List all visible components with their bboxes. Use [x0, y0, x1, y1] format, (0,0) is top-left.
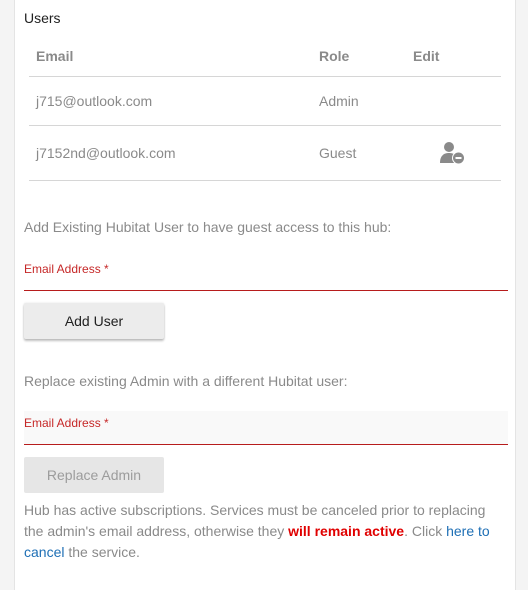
user-email: j7152nd@outlook.com [36, 145, 176, 161]
notice-warning: will remain active [288, 523, 405, 539]
hub-users-card: Users Email Role Edit j715@outlook.com A… [14, 0, 516, 590]
column-header-role: Role [319, 48, 350, 64]
notice-text: . Click [404, 523, 447, 539]
user-email: j715@outlook.com [36, 93, 153, 109]
users-table: Email Role Edit j715@outlook.com Admin j… [29, 36, 501, 181]
column-header-email: Email [36, 48, 74, 64]
remove-user-icon[interactable] [439, 139, 467, 167]
user-role: Admin [319, 93, 359, 109]
user-role: Guest [319, 145, 357, 161]
subscription-notice: Hub has active subscriptions. Services m… [24, 500, 508, 563]
replace-admin-button[interactable]: Replace Admin [24, 457, 164, 493]
add-user-button[interactable]: Add User [24, 303, 164, 339]
section-title: Users [24, 10, 61, 26]
table-row: j715@outlook.com Admin [29, 77, 501, 126]
replace-admin-email-field: Email Address * [24, 411, 508, 445]
replace-admin-prompt: Replace existing Admin with a different … [24, 373, 348, 389]
add-user-prompt: Add Existing Hubitat User to have guest … [24, 219, 392, 235]
replace-admin-email-input[interactable] [24, 424, 508, 442]
add-user-email-field: Email Address * [24, 257, 508, 291]
table-row: j7152nd@outlook.com Guest [29, 126, 501, 181]
notice-text: the service. [64, 544, 140, 560]
column-header-edit: Edit [413, 48, 440, 64]
table-header: Email Role Edit [29, 36, 501, 77]
add-user-email-input[interactable] [24, 270, 508, 288]
